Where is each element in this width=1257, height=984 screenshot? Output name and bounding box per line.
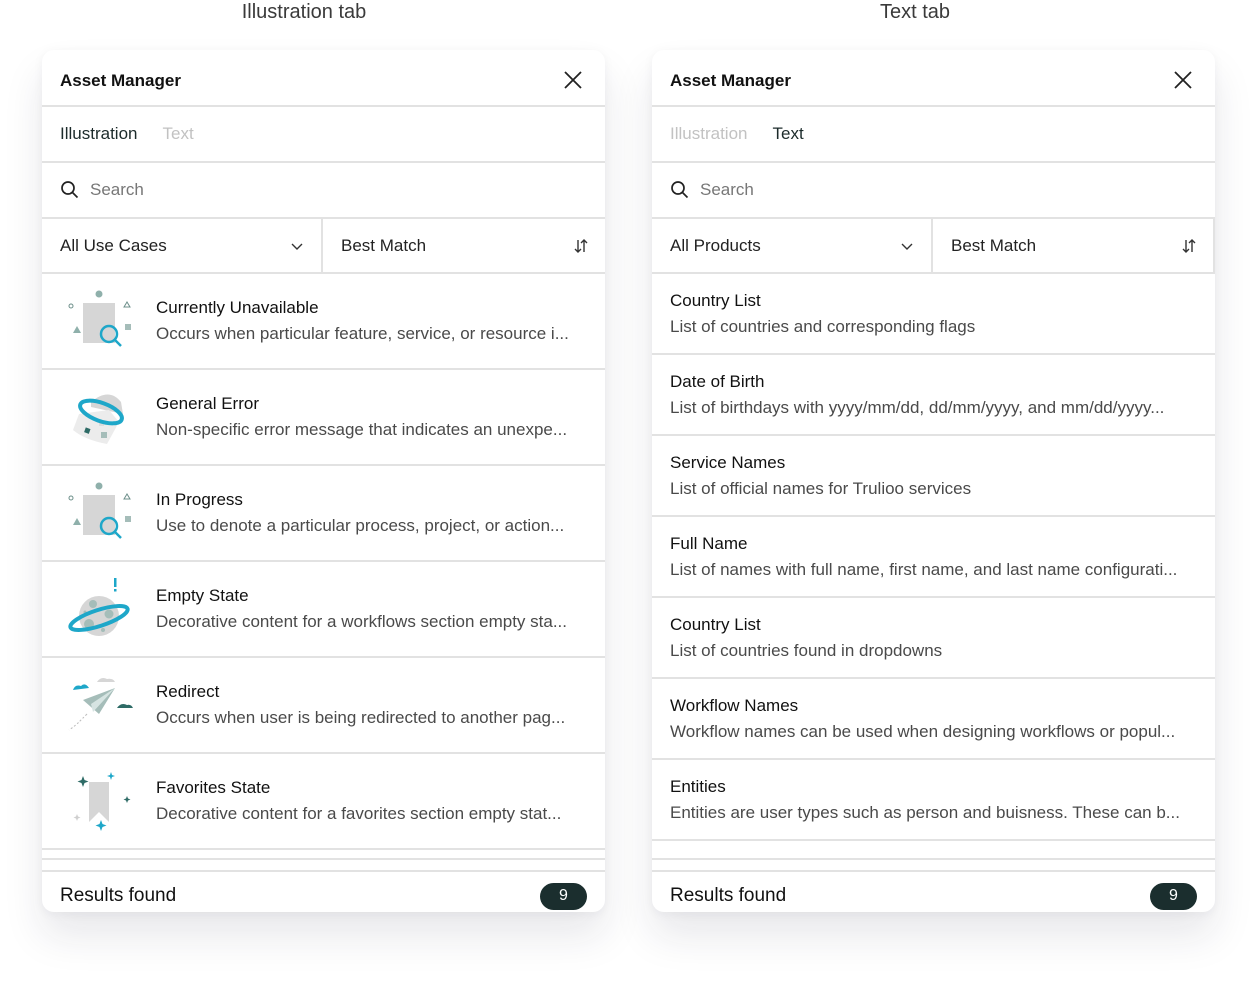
search-bar xyxy=(652,163,1215,219)
item-description: Non-specific error message that indicate… xyxy=(156,420,568,439)
search-icon xyxy=(61,181,79,199)
panel-title: Asset Manager xyxy=(60,70,181,90)
item-title: General Error xyxy=(156,394,259,413)
illustration-list[interactable]: Currently Unavailable Occurs when partic… xyxy=(42,274,605,860)
chevron-down-icon xyxy=(901,243,913,250)
item-description: Decorative content for a workflows secti… xyxy=(156,612,568,631)
planet-illustration-icon xyxy=(68,578,130,636)
results-label: Results found xyxy=(60,885,177,906)
item-description: List of names with full name, first name… xyxy=(670,559,1178,579)
sort-dropdown[interactable]: Best Match xyxy=(933,219,1215,272)
tab-text[interactable]: Text xyxy=(772,124,803,144)
item-description: List of official names for Trulioo servi… xyxy=(670,478,972,498)
item-title: Date of Birth xyxy=(670,371,765,391)
list-item[interactable]: Favorites State Decorative content for a… xyxy=(42,754,605,850)
item-title: Service Names xyxy=(670,452,786,472)
item-description: Decorative content for a favorites secti… xyxy=(156,804,562,823)
close-button[interactable] xyxy=(561,68,585,92)
list-item[interactable]: Date of Birth List of birthdays with yyy… xyxy=(652,355,1215,436)
results-footer: Results found 9 xyxy=(652,870,1215,912)
item-title: Country List xyxy=(670,290,761,310)
item-title: In Progress xyxy=(156,490,243,509)
asset-manager-text-panel: Asset Manager Illustration Text All Prod… xyxy=(652,50,1215,912)
list-item[interactable]: Service Names List of official names for… xyxy=(652,436,1215,517)
close-icon xyxy=(1174,70,1192,89)
list-item[interactable]: Currently Unavailable Occurs when partic… xyxy=(42,274,605,370)
results-count-badge: 9 xyxy=(540,882,587,910)
text-asset-list[interactable]: Country List List of countries and corre… xyxy=(652,274,1215,860)
list-item[interactable]: Entities Entities are user types such as… xyxy=(652,760,1215,841)
item-description: List of countries found in dropdowns xyxy=(670,640,943,660)
item-title: Full Name xyxy=(670,533,748,553)
item-title: Redirect xyxy=(156,682,220,701)
search-icon xyxy=(671,181,689,199)
list-item[interactable]: Country List List of countries and corre… xyxy=(652,274,1215,355)
sort-dropdown-value: Best Match xyxy=(951,235,1037,255)
list-item[interactable]: Full Name List of names with full name, … xyxy=(652,517,1215,598)
item-description: List of birthdays with yyyy/mm/dd, dd/mm… xyxy=(670,397,1165,417)
item-title: Currently Unavailable xyxy=(156,298,319,317)
results-label: Results found xyxy=(670,885,787,906)
magnifier-illustration-icon xyxy=(68,482,131,539)
asset-manager-illustration-panel: Asset Manager Illustration Text All Use … xyxy=(42,50,605,912)
tab-illustration[interactable]: Illustration xyxy=(60,124,137,144)
item-title: Favorites State xyxy=(156,778,271,797)
item-title: Country List xyxy=(670,614,761,634)
tab-text[interactable]: Text xyxy=(162,124,193,144)
list-item[interactable]: General Error Non-specific error message… xyxy=(42,370,605,466)
use-case-dropdown[interactable]: All Use Cases xyxy=(42,219,323,272)
filter-row: All Products Best Match xyxy=(652,219,1215,274)
tab-bar: Illustration Text xyxy=(652,107,1215,163)
magnifier-illustration-icon xyxy=(68,290,131,347)
sort-icon xyxy=(1182,238,1196,253)
tab-illustration[interactable]: Illustration xyxy=(670,124,747,144)
results-footer: Results found 9 xyxy=(42,870,605,912)
product-dropdown-value: All Products xyxy=(670,235,761,255)
close-icon xyxy=(564,70,582,89)
panel-header: Asset Manager xyxy=(652,50,1215,107)
stage: Illustration tab Text tab Asset Manager … xyxy=(0,0,1257,984)
list-item[interactable]: Country List List of countries found in … xyxy=(652,598,1215,679)
bookmark-illustration-icon xyxy=(73,772,131,831)
item-title: Workflow Names xyxy=(670,695,799,715)
item-description: Use to denote a particular process, proj… xyxy=(156,516,565,535)
item-description: Entities are user types such as person a… xyxy=(670,802,1180,822)
caption-text-tab: Text tab xyxy=(879,1,951,23)
tab-bar: Illustration Text xyxy=(42,107,605,163)
item-description: Occurs when particular feature, service,… xyxy=(156,324,569,343)
item-title: Empty State xyxy=(156,586,249,605)
sort-dropdown-value: Best Match xyxy=(341,235,427,255)
product-dropdown[interactable]: All Products xyxy=(652,219,933,272)
list-item[interactable]: In Progress Use to denote a particular p… xyxy=(42,466,605,562)
filter-row: All Use Cases Best Match xyxy=(42,219,605,274)
sort-icon xyxy=(574,238,588,253)
caption-illustration-tab: Illustration tab xyxy=(241,1,367,23)
panel-header: Asset Manager xyxy=(42,50,605,107)
chevron-down-icon xyxy=(291,243,303,250)
sort-dropdown[interactable]: Best Match xyxy=(323,219,605,272)
search-bar xyxy=(42,163,605,219)
close-button[interactable] xyxy=(1171,68,1195,92)
item-description: List of countries and corresponding flag… xyxy=(670,316,976,336)
search-input[interactable] xyxy=(700,180,1197,200)
list-item[interactable]: Redirect Occurs when user is being redir… xyxy=(42,658,605,754)
list-item[interactable]: Workflow Names Workflow names can be use… xyxy=(652,679,1215,760)
paper-plane-illustration-icon xyxy=(68,678,133,731)
use-case-dropdown-value: All Use Cases xyxy=(60,235,167,255)
item-description: Occurs when user is being redirected to … xyxy=(156,708,566,727)
item-description: Workflow names can be used when designin… xyxy=(670,721,1176,741)
results-count-badge: 9 xyxy=(1150,882,1197,910)
item-title: Entities xyxy=(670,776,726,796)
panel-title: Asset Manager xyxy=(670,70,791,90)
search-input[interactable] xyxy=(90,180,587,200)
ufo-illustration-icon xyxy=(73,394,124,444)
list-item[interactable]: Empty State Decorative content for a wor… xyxy=(42,562,605,658)
